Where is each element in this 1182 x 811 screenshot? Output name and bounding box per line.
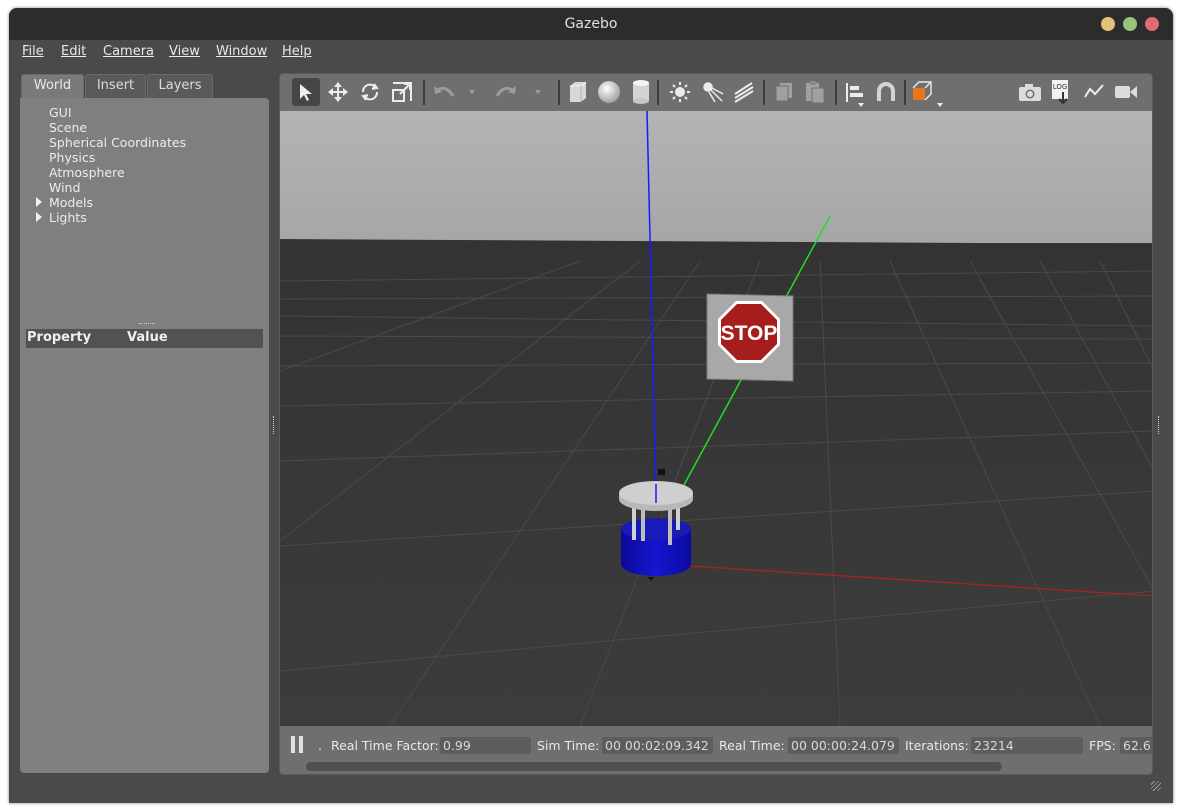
tree-item-gui[interactable]: GUI [49, 105, 72, 120]
svg-text:LOG: LOG [1053, 83, 1068, 91]
iterations-label: Iterations: [905, 738, 969, 753]
spot-light-icon[interactable] [698, 78, 726, 106]
minimize-button[interactable] [1101, 17, 1115, 31]
close-button[interactable] [1145, 17, 1159, 31]
select-arrow-icon[interactable] [292, 78, 320, 106]
snap-magnet-icon[interactable] [872, 78, 900, 106]
point-light-icon[interactable] [666, 78, 694, 106]
redo-icon[interactable] [492, 78, 520, 106]
real-time-label: Real Time: [719, 738, 785, 753]
sphere-icon[interactable] [595, 78, 623, 106]
right-splitter[interactable] [1158, 416, 1160, 434]
tab-layers[interactable]: Layers [147, 74, 213, 98]
world-panel: GUI Scene Spherical Coordinates Physics … [20, 98, 269, 773]
undo-icon[interactable] [430, 78, 458, 106]
tree-item-models[interactable]: Models [49, 195, 93, 210]
expand-models-icon[interactable] [36, 197, 42, 207]
3d-scene[interactable]: STOP [280, 111, 1153, 726]
cylinder-icon[interactable] [627, 78, 655, 106]
tree-item-scene[interactable]: Scene [49, 120, 87, 135]
stop-sign-model[interactable]: STOP [706, 293, 794, 382]
left-splitter[interactable] [273, 416, 275, 434]
fps-label: FPS: [1089, 738, 1116, 753]
sim-time-value: 00 00:02:09.342 [602, 737, 713, 754]
menu-edit[interactable]: Edit [61, 44, 86, 59]
undo-dropdown-icon[interactable] [469, 90, 475, 94]
view-angle-icon[interactable] [910, 78, 938, 106]
menu-bar: File Edit Camera View Window Help [9, 40, 1173, 64]
gazebo-window: Gazebo File Edit Camera View Window Help… [9, 8, 1173, 803]
iterations-value: 23214 [971, 737, 1083, 754]
log-icon[interactable]: LOG [1047, 78, 1075, 106]
title-bar: Gazebo [9, 8, 1173, 40]
redo-dropdown-icon[interactable] [535, 90, 541, 94]
translate-icon[interactable] [324, 78, 352, 106]
menu-help[interactable]: Help [282, 44, 312, 59]
screenshot-icon[interactable] [1016, 78, 1044, 106]
value-column-header: Value [127, 330, 168, 345]
paste-icon[interactable] [801, 78, 829, 106]
stop-sign-text: STOP [721, 322, 778, 345]
pause-button[interactable] [291, 736, 305, 753]
tree-item-atmosphere[interactable]: Atmosphere [49, 165, 125, 180]
maximize-button[interactable] [1123, 17, 1137, 31]
record-video-icon[interactable] [1112, 78, 1140, 106]
tree-item-wind[interactable]: Wind [49, 180, 80, 195]
box-icon[interactable] [564, 78, 592, 106]
align-dropdown-icon[interactable] [858, 103, 864, 107]
tree-item-lights[interactable]: Lights [49, 210, 87, 225]
render-viewport: LOG STOP . Real Time Factor: 0.99 Sim Ti… [279, 73, 1153, 775]
tree-item-spherical-coordinates[interactable]: Spherical Coordinates [49, 135, 186, 150]
sim-time-label: Sim Time: [537, 738, 600, 753]
expand-lights-icon[interactable] [36, 212, 42, 222]
menu-camera[interactable]: Camera [103, 44, 154, 59]
menu-file[interactable]: File [22, 44, 44, 59]
align-icon[interactable] [840, 78, 868, 106]
menu-window[interactable]: Window [216, 44, 267, 59]
horizontal-scrollbar[interactable] [306, 762, 1002, 771]
status-bar: . Real Time Factor: 0.99 Sim Time: 00 00… [280, 726, 1152, 774]
real-time-value: 00 00:00:24.079 [788, 737, 899, 754]
tree-item-physics[interactable]: Physics [49, 150, 95, 165]
toolbar: LOG [280, 74, 1152, 111]
rotate-icon[interactable] [356, 78, 384, 106]
plot-icon[interactable] [1080, 78, 1108, 106]
copy-icon[interactable] [770, 78, 798, 106]
menu-view[interactable]: View [169, 44, 200, 59]
tab-world[interactable]: World [21, 74, 84, 98]
property-column-header: Property [27, 330, 92, 345]
real-time-factor-label: Real Time Factor: [331, 738, 439, 753]
directional-light-icon[interactable] [730, 78, 758, 106]
fps-value: 62.6 [1120, 737, 1152, 754]
real-time-factor-value: 0.99 [440, 737, 531, 754]
property-table-header: Property Value [26, 329, 263, 348]
sky [280, 111, 1152, 243]
window-title: Gazebo [564, 16, 618, 32]
tab-insert[interactable]: Insert [85, 74, 146, 98]
resize-grip-icon[interactable] [1151, 781, 1161, 791]
step-indicator: . [318, 738, 322, 753]
splitter-handle[interactable] [139, 323, 155, 325]
view-angle-dropdown-icon[interactable] [937, 103, 943, 107]
scale-icon[interactable] [388, 78, 416, 106]
